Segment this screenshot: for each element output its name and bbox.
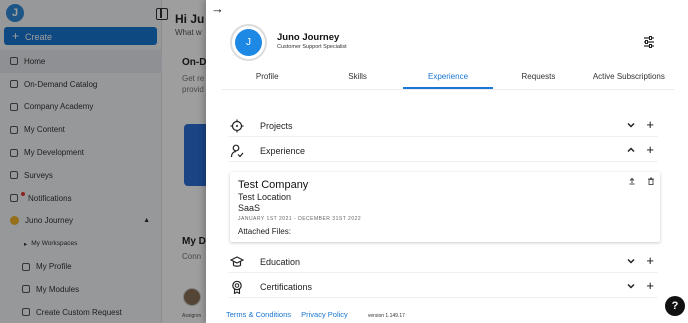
- profile-avatar: J: [230, 24, 267, 61]
- certifications-label: Certifications: [260, 281, 313, 292]
- privacy-link[interactable]: Privacy Policy: [301, 310, 348, 319]
- projects-label: Projects: [260, 120, 293, 131]
- add-experience-button[interactable]: +: [646, 142, 654, 158]
- certifications-section[interactable]: Certifications +: [228, 276, 658, 298]
- experience-card: Test Company Test Location SaaS JANUARY …: [230, 172, 660, 242]
- profile-role: Customer Support Specialist: [277, 44, 347, 50]
- profile-name: Juno Journey: [277, 32, 340, 43]
- education-label: Education: [260, 256, 301, 267]
- attached-files-label: Attached Files:: [238, 227, 291, 236]
- tab-profile[interactable]: Profile: [222, 68, 312, 89]
- trash-icon[interactable]: [647, 177, 655, 185]
- chevron-down-icon[interactable]: [626, 120, 636, 130]
- experience-section[interactable]: Experience +: [228, 140, 658, 162]
- avatar-initial: J: [235, 29, 262, 56]
- education-section[interactable]: Education +: [228, 251, 658, 273]
- sliders-icon[interactable]: [643, 36, 655, 48]
- graduation-cap-icon: [230, 255, 244, 267]
- chevron-down-icon[interactable]: [626, 281, 636, 291]
- arrow-right-icon[interactable]: →: [211, 1, 224, 16]
- upload-icon[interactable]: [628, 177, 636, 185]
- tab-active-subscriptions[interactable]: Active Subscriptions: [584, 68, 674, 89]
- experience-location: Test Location: [238, 192, 292, 202]
- profile-drawer: → J Juno Journey Customer Support Specia…: [206, 0, 688, 323]
- crosshair-icon: [230, 119, 244, 132]
- chevron-down-icon[interactable]: [626, 256, 636, 266]
- chevron-up-icon[interactable]: [626, 145, 636, 155]
- profile-tabs: Profile Skills Experience Requests Activ…: [222, 68, 674, 90]
- person-experience-icon: [230, 144, 244, 157]
- certificate-badge-icon: [232, 280, 242, 294]
- add-education-button[interactable]: +: [646, 253, 654, 269]
- terms-link[interactable]: Terms & Conditions: [226, 310, 291, 319]
- tab-skills[interactable]: Skills: [312, 68, 402, 89]
- experience-industry: SaaS: [238, 203, 261, 213]
- experience-company: Test Company: [238, 179, 309, 191]
- add-project-button[interactable]: +: [646, 117, 654, 133]
- add-certification-button[interactable]: +: [646, 278, 654, 294]
- projects-section[interactable]: Projects +: [228, 115, 658, 137]
- experience-label: Experience: [260, 145, 306, 156]
- help-button[interactable]: ?: [665, 296, 685, 316]
- drawer-footer: Terms & Conditions Privacy Policy versio…: [226, 310, 405, 319]
- version-label: version 1.149.17: [367, 313, 405, 319]
- tab-requests[interactable]: Requests: [493, 68, 583, 89]
- experience-dates: JANUARY 1ST 2021 - DECEMBER 31ST 2022: [238, 216, 362, 222]
- tab-experience[interactable]: Experience: [402, 68, 494, 89]
